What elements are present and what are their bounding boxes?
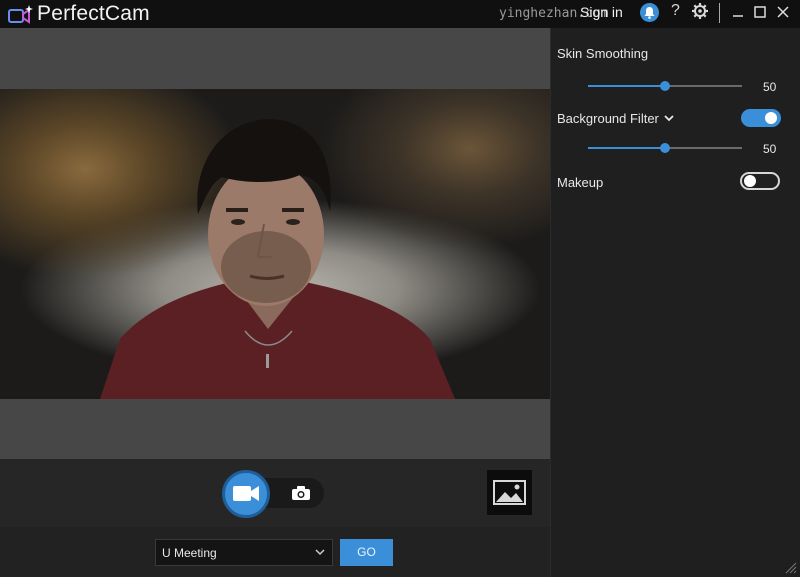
resize-grip-icon[interactable]: [783, 560, 797, 574]
perfectcam-logo-icon: [8, 5, 33, 24]
preview-area: [0, 28, 550, 459]
chevron-down-icon[interactable]: [663, 112, 675, 124]
meeting-app-select[interactable]: U Meeting: [155, 539, 333, 566]
record-video-button[interactable]: [222, 470, 270, 518]
background-filter-value: 50: [763, 142, 777, 156]
chevron-down-icon: [315, 549, 325, 556]
app-title: PerfectCam: [37, 2, 150, 25]
toggle-knob: [765, 112, 777, 124]
capture-mode-switch: [222, 470, 324, 518]
skin-smoothing-label: Skin Smoothing: [557, 46, 649, 61]
photo-camera-icon[interactable]: [291, 485, 311, 501]
camera-feed-person: [100, 119, 455, 399]
toggle-knob: [744, 175, 756, 187]
meeting-bar: U Meeting GO: [0, 527, 550, 577]
maximize-icon[interactable]: [752, 4, 768, 20]
minimize-icon[interactable]: [730, 4, 746, 20]
go-button[interactable]: GO: [340, 539, 393, 566]
background-filter-slider[interactable]: [588, 142, 742, 154]
titlebar-separator: [719, 3, 720, 23]
close-icon[interactable]: [775, 4, 791, 20]
makeup-toggle[interactable]: [740, 172, 780, 190]
gallery-icon: [493, 480, 526, 505]
skin-smoothing-slider[interactable]: [588, 80, 742, 92]
notifications-button[interactable]: [640, 3, 659, 22]
title-bar: PerfectCam yinghezhan.com Sign in ?: [0, 0, 800, 28]
sign-in-link[interactable]: Sign in: [580, 4, 623, 20]
meeting-app-selected: U Meeting: [162, 546, 217, 560]
background-filter-toggle[interactable]: [741, 109, 781, 127]
slider-thumb[interactable]: [660, 143, 670, 153]
slider-fill: [588, 85, 665, 87]
background-filter-label: Background Filter: [557, 111, 659, 126]
skin-smoothing-value: 50: [763, 80, 777, 94]
bell-icon: [644, 7, 655, 19]
slider-thumb[interactable]: [660, 81, 670, 91]
makeup-label: Makeup: [557, 175, 604, 190]
gear-icon[interactable]: [691, 2, 709, 20]
video-camera-icon: [233, 486, 259, 501]
help-button[interactable]: ?: [671, 2, 680, 20]
camera-preview: [0, 89, 550, 399]
gallery-button[interactable]: [487, 470, 532, 515]
slider-fill: [588, 147, 665, 149]
capture-control-bar: [0, 459, 550, 527]
